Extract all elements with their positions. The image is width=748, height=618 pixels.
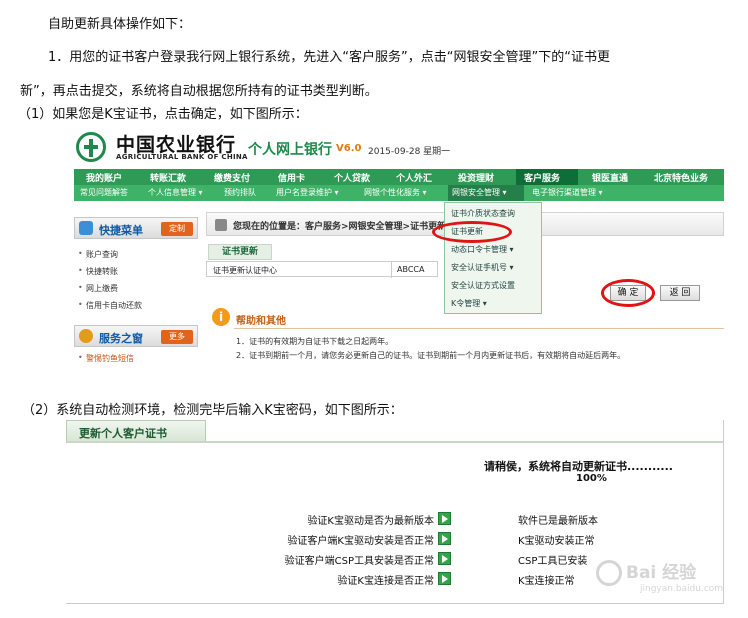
- subnav-channel[interactable]: 电子银行渠道管理 ▾: [532, 187, 603, 198]
- location-breadcrumb: 您现在的位置是：客户服务>网银安全管理>证书更新: [233, 222, 447, 232]
- check-driver-version: 验证K宝驱动是否为最新版本: [307, 516, 434, 527]
- back-button[interactable]: 返 回: [660, 285, 700, 301]
- highlight-ring-confirm: [601, 279, 655, 307]
- case1-caption: （1）如果您是K宝证书，点击确定，如下图所示：: [18, 107, 308, 122]
- check-driver-install: 验证客户端K宝驱动安装是否正常: [287, 536, 434, 547]
- tab-cert-update[interactable]: 证书更新: [208, 244, 272, 260]
- nav-credit-card[interactable]: 信用卡: [278, 171, 305, 184]
- dd-auth-method[interactable]: 安全认证方式设置: [451, 280, 515, 291]
- intro-text: 自助更新具体操作如下：: [48, 17, 192, 32]
- service-item-phishing[interactable]: 警惕钓鱼短信: [78, 353, 134, 364]
- highlight-ring-cert-update: [432, 221, 512, 243]
- nav-transfer[interactable]: 转账汇款: [150, 171, 186, 184]
- arrow-right-icon: [438, 532, 451, 545]
- cert-ca-value: ABCCA: [397, 265, 425, 274]
- service-window-icon: [79, 329, 93, 343]
- nav-loan[interactable]: 个人贷款: [334, 171, 370, 184]
- cert-ca-label: 证书更新认证中心: [213, 266, 277, 275]
- check-csp-install: 验证客户端CSP工具安装是否正常: [284, 556, 434, 567]
- portal-date: 2015-09-28 星期一: [368, 147, 451, 157]
- quick-item-autopay[interactable]: 信用卡自动还款: [78, 300, 142, 311]
- watermark-url: jingyan.baidu.com: [640, 584, 724, 594]
- quick-item-transfer[interactable]: 快捷转账: [78, 266, 118, 277]
- subnav-personal-info[interactable]: 个人信息管理 ▾: [148, 187, 203, 198]
- result-driver-version: 软件已是最新版本: [518, 516, 598, 527]
- nav-hospital[interactable]: 银医直通: [592, 171, 628, 184]
- location-icon: [215, 219, 227, 231]
- step1-line1: 1．用您的证书客户登录我行网上银行系统，先进入“客户服务”，点击“网银安全管理”…: [48, 50, 610, 65]
- tab-update-cert-label: 更新个人客户证书: [79, 427, 167, 440]
- wait-message: 请稍侯，系统将自动更新证书...........: [484, 460, 673, 473]
- info-icon: i: [212, 308, 230, 326]
- nav-beijing[interactable]: 北京特色业务: [654, 171, 708, 184]
- subnav-faq[interactable]: 常见问题解答: [80, 187, 128, 198]
- primary-nav: 我的账户 转账汇款 缴费支付 信用卡 个人贷款 个人外汇 投资理财 客户服务 银…: [74, 169, 724, 185]
- case2-caption: （2）系统自动检测环境，检测完毕后输入K宝密码，如下图所示：: [22, 403, 403, 418]
- portal-version: V6.0: [336, 143, 362, 154]
- nav-customer-service[interactable]: 客户服务: [524, 171, 560, 184]
- result-kbao-connect: K宝连接正常: [518, 576, 575, 587]
- quick-item-account-query[interactable]: 账户查询: [78, 249, 118, 260]
- baidu-watermark: Bai 经验 jingyan.baidu.com: [590, 552, 740, 606]
- paw-icon: [596, 560, 622, 586]
- help-title: 帮助和其他: [236, 316, 286, 327]
- dd-cert-status[interactable]: 证书介质状态查询: [451, 208, 515, 219]
- dd-auth-phone[interactable]: 安全认证手机号 ▾: [451, 262, 514, 273]
- abc-logo-icon: [76, 132, 106, 162]
- arrow-right-icon: [438, 512, 451, 525]
- progress-percent: 100%: [576, 473, 607, 484]
- result-csp-install: CSP工具已安装: [518, 556, 588, 567]
- dd-ktoken[interactable]: K令管理 ▾: [451, 298, 487, 309]
- help-note-2: 2．证书到期前一个月，请您务必更新自己的证书。证书到期前一个月内更新证书后，有效…: [236, 351, 626, 360]
- subnav-queue[interactable]: 预约排队: [224, 187, 256, 198]
- subnav-username[interactable]: 用户名登录维护 ▾: [276, 187, 339, 198]
- bank-name-en: AGRICULTURAL BANK OF CHINA: [116, 153, 248, 161]
- subnav-security[interactable]: 网银安全管理 ▾: [452, 187, 507, 198]
- service-window-header: 服务之窗 更多: [74, 325, 198, 347]
- quick-menu-header: 快捷菜单 定制: [74, 217, 198, 239]
- quick-menu-icon: [79, 221, 93, 235]
- security-dropdown-menu: 证书介质状态查询 证书更新 动态口令卡管理 ▾ 安全认证手机号 ▾ 安全认证方式…: [444, 202, 542, 314]
- bank-portal-screenshot: 中国农业银行 AGRICULTURAL BANK OF CHINA 个人网上银行…: [66, 122, 724, 374]
- service-window-title: 服务之窗: [99, 332, 143, 345]
- nav-forex[interactable]: 个人外汇: [396, 171, 432, 184]
- subnav-personalize[interactable]: 网银个性化服务 ▾: [364, 187, 427, 198]
- portal-name: 个人网上银行: [248, 142, 332, 158]
- nav-my-account[interactable]: 我的账户: [86, 171, 122, 184]
- watermark-text: Bai 经验: [626, 563, 697, 583]
- help-note-1: 1．证书的有效期为自证书下载之日起两年。: [236, 337, 394, 346]
- secondary-nav: 常见问题解答 个人信息管理 ▾ 预约排队 用户名登录维护 ▾ 网银个性化服务 ▾…: [74, 185, 724, 201]
- check-kbao-connect: 验证K宝连接是否正常: [337, 576, 434, 587]
- step1-line2: 新”，再点击提交，系统将自动根据您所持有的证书类型判断。: [20, 84, 378, 99]
- tab-update-cert[interactable]: 更新个人客户证书: [66, 420, 206, 442]
- arrow-right-icon: [438, 572, 451, 585]
- arrow-right-icon: [438, 552, 451, 565]
- dd-otp-card[interactable]: 动态口令卡管理 ▾: [451, 244, 514, 255]
- customize-button[interactable]: 定制: [161, 222, 193, 236]
- cert-ca-row: 证书更新认证中心 ABCCA: [206, 261, 438, 278]
- quick-item-payment[interactable]: 网上缴费: [78, 283, 118, 294]
- nav-investment[interactable]: 投资理财: [458, 171, 494, 184]
- quick-menu-title: 快捷菜单: [99, 224, 143, 237]
- result-driver-install: K宝驱动安装正常: [518, 536, 595, 547]
- more-button[interactable]: 更多: [161, 330, 193, 344]
- nav-payment[interactable]: 缴费支付: [214, 171, 250, 184]
